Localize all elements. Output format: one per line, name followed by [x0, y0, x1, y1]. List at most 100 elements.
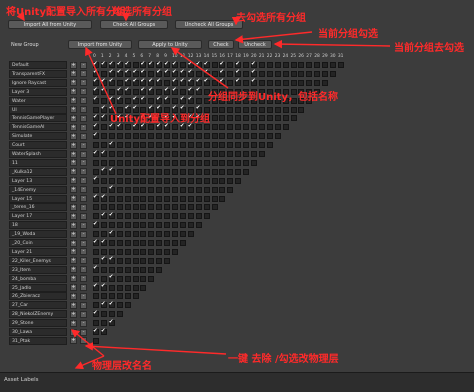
collision-checkbox[interactable]: [140, 222, 147, 229]
collision-checkbox[interactable]: [93, 337, 99, 344]
collision-checkbox[interactable]: [258, 62, 265, 68]
collision-checkbox[interactable]: [140, 177, 147, 184]
collision-checkbox[interactable]: [219, 177, 226, 184]
collision-checkbox[interactable]: [322, 79, 329, 86]
collision-checkbox[interactable]: [108, 248, 115, 255]
collision-checkbox[interactable]: [195, 159, 202, 166]
check-row-plus-button[interactable]: +: [70, 266, 77, 274]
collision-checkbox[interactable]: [203, 186, 210, 193]
collision-checkbox[interactable]: [211, 142, 218, 149]
collision-checkbox[interactable]: [187, 151, 194, 157]
collision-checkbox[interactable]: [124, 159, 131, 166]
collision-checkbox[interactable]: [100, 61, 107, 68]
collision-checkbox[interactable]: [93, 204, 99, 211]
collision-checkbox[interactable]: [211, 124, 218, 131]
collision-checkbox[interactable]: [164, 123, 171, 131]
layer-name-field[interactable]: Simulate: [9, 132, 67, 141]
collision-checkbox[interactable]: [243, 133, 250, 140]
layer-name-field[interactable]: 31_Ptak: [9, 336, 67, 345]
collision-checkbox[interactable]: [195, 204, 202, 211]
collision-checkbox[interactable]: [116, 284, 123, 291]
collision-checkbox[interactable]: [116, 213, 123, 220]
collision-checkbox[interactable]: [187, 78, 194, 86]
uncheck-row-minus-button[interactable]: -: [80, 310, 87, 318]
check-all-groups-button[interactable]: Check All Groups: [100, 20, 168, 29]
collision-checkbox[interactable]: [124, 293, 131, 300]
check-row-plus-button[interactable]: +: [70, 132, 77, 140]
layer-name-field[interactable]: Layer 17: [9, 212, 67, 221]
collision-checkbox[interactable]: [211, 70, 218, 77]
collision-checkbox[interactable]: [116, 142, 123, 149]
collision-checkbox[interactable]: [314, 62, 321, 68]
collision-checkbox[interactable]: [108, 256, 115, 264]
collision-checkbox[interactable]: [290, 62, 297, 68]
uncheck-row-minus-button[interactable]: -: [80, 292, 87, 300]
uncheck-row-minus-button[interactable]: -: [80, 195, 87, 202]
collision-checkbox[interactable]: [282, 124, 289, 131]
layer-name-field[interactable]: 18: [9, 221, 67, 230]
collision-checkbox[interactable]: [100, 167, 107, 175]
collision-checkbox[interactable]: [187, 142, 194, 149]
collision-checkbox[interactable]: [124, 248, 131, 255]
collision-checkbox[interactable]: [258, 70, 265, 77]
collision-checkbox[interactable]: [156, 231, 163, 238]
collision-checkbox[interactable]: [219, 124, 226, 131]
collision-checkbox[interactable]: [227, 62, 234, 68]
check-row-plus-button[interactable]: +: [70, 114, 77, 122]
layer-name-field[interactable]: 27_Car: [9, 301, 67, 310]
collision-checkbox[interactable]: [243, 115, 250, 122]
collision-checkbox[interactable]: [290, 115, 297, 122]
collision-checkbox[interactable]: [258, 124, 265, 131]
layer-name-field[interactable]: UI: [9, 105, 67, 114]
check-row-plus-button[interactable]: +: [70, 221, 77, 229]
collision-checkbox[interactable]: [93, 150, 99, 157]
collision-checkbox[interactable]: [124, 222, 131, 229]
collision-checkbox[interactable]: [235, 124, 242, 131]
collision-checkbox[interactable]: [140, 240, 147, 246]
collision-checkbox[interactable]: [108, 141, 115, 149]
collision-checkbox[interactable]: [195, 133, 202, 140]
collision-checkbox[interactable]: [203, 142, 210, 149]
collision-checkbox[interactable]: [172, 124, 178, 131]
collision-checkbox[interactable]: [156, 142, 163, 149]
collision-checkbox[interactable]: [100, 320, 107, 327]
collision-checkbox[interactable]: [132, 231, 139, 238]
collision-checkbox[interactable]: [93, 275, 99, 282]
collision-checkbox[interactable]: [219, 186, 226, 193]
collision-checkbox[interactable]: [164, 177, 171, 184]
collision-checkbox[interactable]: [187, 69, 194, 77]
collision-checkbox[interactable]: [266, 79, 273, 86]
collision-checkbox[interactable]: [116, 248, 123, 255]
check-row-plus-button[interactable]: +: [70, 159, 77, 167]
collision-checkbox[interactable]: [116, 240, 123, 246]
collision-checkbox[interactable]: [116, 257, 123, 264]
check-row-plus-button[interactable]: +: [70, 123, 77, 131]
layer-name-field[interactable]: Water: [9, 96, 67, 105]
collision-checkbox[interactable]: [227, 133, 234, 140]
collision-checkbox[interactable]: [258, 133, 265, 140]
collision-checkbox[interactable]: [116, 168, 123, 175]
collision-checkbox[interactable]: [116, 96, 123, 104]
collision-checkbox[interactable]: [274, 124, 281, 131]
collision-checkbox[interactable]: [235, 69, 242, 77]
collision-checkbox[interactable]: [100, 186, 107, 193]
collision-checkbox[interactable]: [290, 79, 297, 86]
layer-name-field[interactable]: _Kulka12: [9, 167, 67, 176]
collision-checkbox[interactable]: [108, 319, 115, 327]
collision-checkbox[interactable]: [251, 124, 257, 131]
collision-checkbox[interactable]: [156, 151, 163, 157]
collision-checkbox[interactable]: [93, 87, 99, 95]
collision-checkbox[interactable]: [148, 97, 155, 104]
collision-checkbox[interactable]: [235, 151, 242, 157]
collision-checkbox[interactable]: [93, 123, 99, 131]
collision-checkbox[interactable]: [274, 79, 281, 86]
check-row-plus-button[interactable]: +: [70, 70, 77, 78]
collision-checkbox[interactable]: [100, 159, 107, 166]
collision-checkbox[interactable]: [211, 186, 218, 193]
collision-checkbox[interactable]: [290, 70, 297, 77]
collision-checkbox[interactable]: [100, 114, 107, 122]
collision-checkbox[interactable]: [266, 133, 273, 140]
collision-checkbox[interactable]: [266, 142, 273, 149]
collision-checkbox[interactable]: [227, 124, 234, 131]
uncheck-row-minus-button[interactable]: -: [80, 212, 87, 220]
